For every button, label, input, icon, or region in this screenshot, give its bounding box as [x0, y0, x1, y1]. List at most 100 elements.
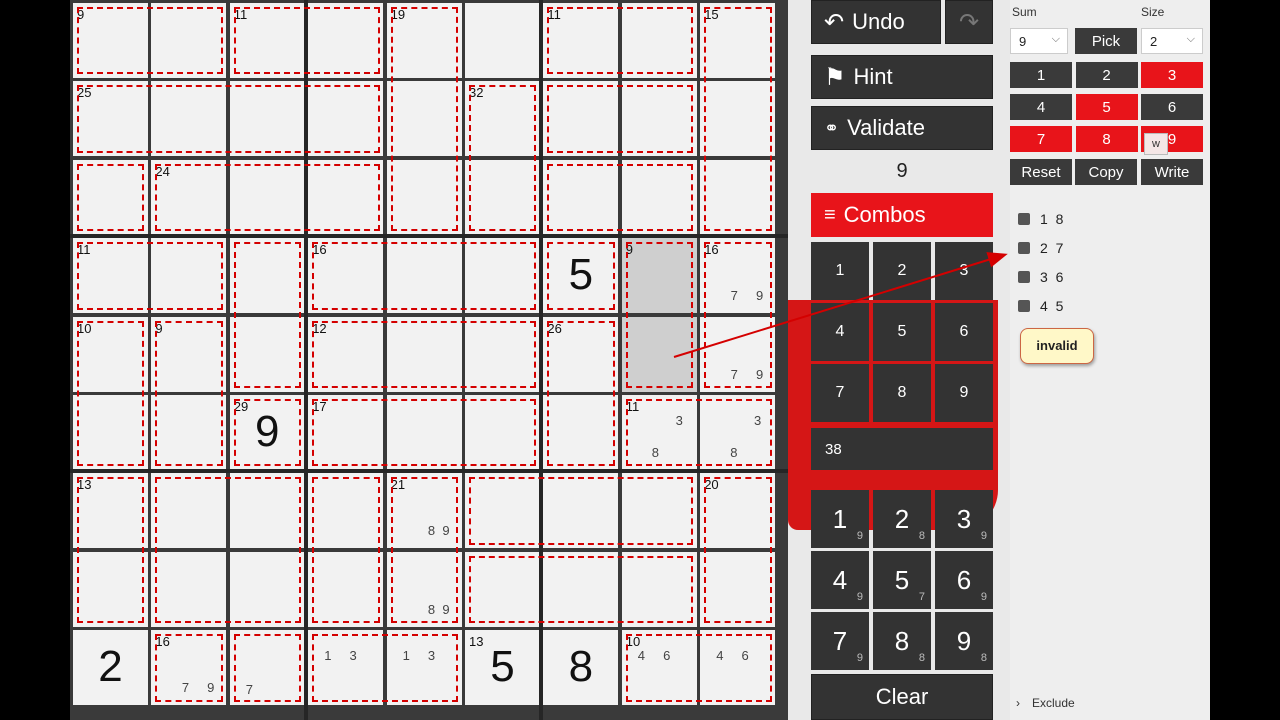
combos-button[interactable]: ≡ Combos [811, 193, 993, 237]
board-cell[interactable]: 7 [229, 630, 305, 706]
combo-checkbox[interactable] [1018, 271, 1030, 283]
combo-row[interactable]: 2 7 [1018, 240, 1063, 256]
combo-key-2[interactable]: 2 [873, 242, 931, 300]
board-cell[interactable]: 19 [386, 3, 462, 78]
combo-key-3[interactable]: 3 [935, 242, 993, 300]
board-cell[interactable] [229, 81, 305, 157]
board-cell[interactable]: 15 [700, 3, 776, 78]
digit-key-3[interactable]: 39 [935, 490, 993, 548]
board-cell[interactable]: 32 [465, 81, 540, 157]
board-cell[interactable] [308, 81, 384, 157]
combo-row[interactable]: 3 6 [1018, 269, 1063, 285]
board-cell[interactable] [621, 551, 697, 627]
board-cell[interactable]: 11 [73, 238, 148, 314]
board-cell[interactable]: 11 3 8 [621, 395, 697, 470]
board-cell[interactable] [543, 159, 619, 235]
digit-key-7[interactable]: 79 [811, 612, 869, 670]
board-cell[interactable]: 1 3 [386, 630, 462, 706]
board-cell[interactable]: 26 [543, 316, 619, 392]
board-cell[interactable]: 10 4 6 [621, 630, 697, 706]
board-cell[interactable] [386, 159, 462, 235]
digit-key-8[interactable]: 88 [873, 612, 931, 670]
number-toggle-6[interactable]: 6 [1141, 94, 1203, 120]
combo-key-5[interactable]: 5 [873, 303, 931, 361]
board-cell[interactable] [229, 159, 305, 235]
board-cell[interactable]: 13 5 [465, 630, 540, 706]
combo-key-7[interactable]: 7 [811, 364, 869, 422]
combo-key-8[interactable]: 8 [873, 364, 931, 422]
digit-key-2[interactable]: 28 [873, 490, 931, 548]
board-cell[interactable] [386, 81, 462, 157]
board-cell[interactable]: 38 [700, 395, 776, 470]
board-cell[interactable] [465, 316, 540, 392]
sum-select[interactable]: 9 ⌵ [1010, 28, 1068, 54]
board-cell[interactable] [308, 3, 384, 78]
undo-button[interactable]: ↶ Undo [811, 0, 941, 44]
digit-key-9[interactable]: 98 [935, 612, 993, 670]
hint-button[interactable]: ⚑ Hint [811, 55, 993, 99]
board-cell[interactable] [465, 3, 540, 78]
validate-button[interactable]: ⚭ Validate [811, 106, 993, 150]
combo-key-1[interactable]: 1 [811, 242, 869, 300]
board-cell[interactable] [465, 551, 540, 627]
board-cell[interactable]: 9 [621, 238, 697, 314]
board-cell[interactable] [621, 3, 697, 78]
board-cell[interactable] [151, 238, 227, 314]
combo-row[interactable]: 4 5 [1018, 298, 1063, 314]
board-cell[interactable] [73, 395, 148, 470]
digit-key-5[interactable]: 57 [873, 551, 931, 609]
board-cell[interactable] [700, 159, 776, 235]
board-cell[interactable]: 12 [308, 316, 384, 392]
board-cell[interactable]: 8 9 [386, 551, 462, 627]
board-cell[interactable] [386, 238, 462, 314]
number-toggle-8[interactable]: 8 [1075, 126, 1138, 152]
board-cell[interactable] [308, 473, 384, 549]
board-cell[interactable] [73, 551, 148, 627]
board-cell[interactable] [229, 473, 305, 549]
board-cell[interactable] [151, 551, 227, 627]
board-cell[interactable]: 17 [308, 395, 384, 470]
combo-key-9[interactable]: 9 [935, 364, 993, 422]
board-cell[interactable]: 21 8 9 [386, 473, 462, 549]
board-cell[interactable]: 1 3 [308, 630, 384, 706]
digit-key-4[interactable]: 49 [811, 551, 869, 609]
board-cell[interactable] [151, 395, 227, 470]
board-cell[interactable] [465, 395, 540, 470]
board-cell[interactable] [465, 238, 540, 314]
combo-key-6[interactable]: 6 [935, 303, 993, 361]
number-toggle-1[interactable]: 1 [1010, 62, 1072, 88]
reset-button[interactable]: Reset [1010, 159, 1072, 185]
redo-button[interactable]: ↷ [945, 0, 993, 44]
board-cell[interactable] [621, 316, 697, 392]
board-cell[interactable] [308, 159, 384, 235]
board-cell[interactable] [543, 395, 619, 470]
board-cell[interactable]: 16 [308, 238, 384, 314]
digit-key-1[interactable]: 19 [811, 490, 869, 548]
board-cell[interactable] [465, 159, 540, 235]
board-cell[interactable] [151, 3, 227, 78]
board-cell[interactable]: 16 7 9 [151, 630, 227, 706]
board-cell[interactable]: 11 [543, 3, 619, 78]
board-cell[interactable]: 9 [151, 316, 227, 392]
exclude-expander[interactable]: › Exclude [1016, 696, 1075, 710]
board-cell[interactable] [73, 159, 148, 235]
board-cell[interactable] [543, 81, 619, 157]
board-cell[interactable]: 7 9 [700, 316, 776, 392]
board-cell[interactable]: 29 9 [229, 395, 305, 470]
board-cell[interactable] [229, 238, 305, 314]
board-cell[interactable]: 8 [543, 630, 619, 706]
board-cell[interactable] [229, 551, 305, 627]
board-cell[interactable] [151, 81, 227, 157]
board-cell[interactable] [386, 316, 462, 392]
board-cell[interactable] [543, 473, 619, 549]
number-toggle-7[interactable]: 7 [1010, 126, 1072, 152]
number-toggle-4[interactable]: 4 [1010, 94, 1072, 120]
board-cell[interactable]: 20 [700, 473, 776, 549]
digit-key-6[interactable]: 69 [935, 551, 993, 609]
combo-key-4[interactable]: 4 [811, 303, 869, 361]
board-cell[interactable]: 10 [73, 316, 148, 392]
board-cell[interactable] [543, 551, 619, 627]
board-cell[interactable]: 9 [73, 3, 148, 78]
board-cell[interactable] [151, 473, 227, 549]
board-cell[interactable]: 4 6 [700, 630, 776, 706]
